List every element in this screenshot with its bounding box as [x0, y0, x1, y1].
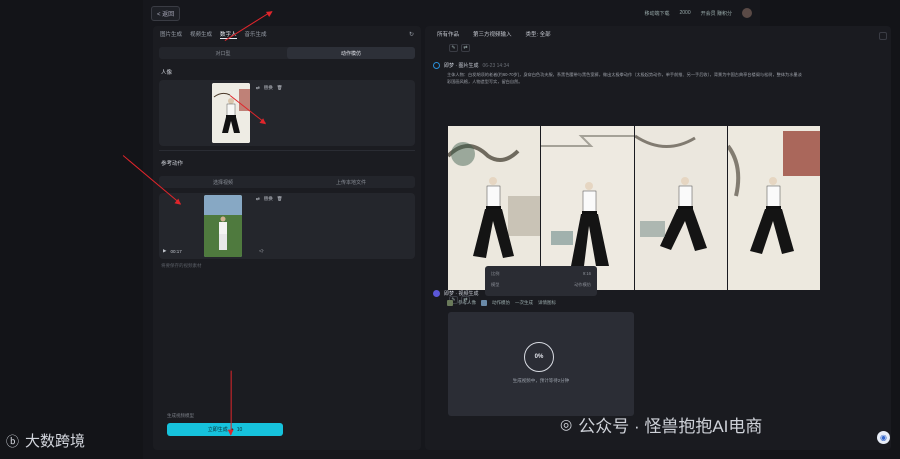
tab-music[interactable]: 音乐生成 — [245, 30, 267, 38]
generated-image-3[interactable] — [634, 126, 727, 290]
refresh-icon[interactable]: ↻ — [409, 31, 414, 38]
wechat-icon: ◎ — [560, 416, 573, 432]
popup-row: 模型 动作模仿 — [491, 282, 591, 287]
mode-action[interactable]: 动作模仿 — [287, 47, 415, 59]
image-gen-icon — [433, 62, 440, 69]
replace-person-button[interactable]: ⇄ 替换 🗑 — [256, 85, 283, 91]
vip-link[interactable]: 开会员 赚积分 — [701, 10, 732, 17]
watermark: ◎ 公众号 · 怪兽抱抱AI电商 — [560, 416, 763, 436]
message-title-2: 即梦 · 视频生成 — [444, 291, 479, 297]
type-filter[interactable]: 类型: 全部 — [526, 30, 551, 38]
left-panel: 图片生成 视频生成 数字人 音乐生成 ↻ 对口型 动作模仿 人像 ⇄ 替换 🗑 … — [153, 26, 421, 450]
detail-popup: 比例 9:16 模型 动作模仿 — [485, 266, 597, 296]
top-bar: < 返回 移动端下载 2000 开会员 赚积分 — [143, 0, 760, 26]
progress-text: 生成视频中，预计等待2分钟 — [512, 378, 570, 383]
mode-lipsync[interactable]: 对口型 — [159, 47, 287, 59]
generated-image-4[interactable] — [727, 126, 820, 290]
message-header: 即梦 · 图片生成 06-23 14:34 — [425, 62, 891, 69]
video-progress-card: 0% 生成视频中，预计等待2分钟 — [448, 312, 634, 416]
download-link[interactable]: 移动端下载 — [644, 10, 669, 17]
action-video-card[interactable]: ⇄ 替换 🗑 ▶ 00:17 ◁· — [159, 193, 415, 259]
tab-all-works[interactable]: 所有作品 — [437, 30, 459, 38]
chat-icon: ◉ — [880, 433, 887, 442]
tab-image[interactable]: 图片生成 — [160, 30, 182, 38]
action-label: 参考动作 — [161, 161, 184, 167]
volume-icon[interactable]: ◁· — [259, 248, 264, 254]
action-video-thumbnail — [204, 195, 242, 257]
message-time: 06-23 14:34 — [482, 62, 510, 69]
video-gen-icon — [433, 290, 440, 297]
progress-ring: 0% — [524, 342, 554, 372]
message-title: 即梦 · 图片生成 — [444, 63, 479, 69]
panel-toggle-icon[interactable] — [879, 32, 887, 40]
model-select[interactable]: 生成视频模型 — [167, 413, 194, 419]
annotation-arrow-4 — [230, 370, 232, 435]
swap-icon: ⇄ — [256, 196, 260, 201]
tab-video[interactable]: 视频生成 — [190, 30, 212, 38]
divider — [159, 150, 415, 151]
ref-image-thumb — [447, 300, 453, 306]
right-panel: 所有作品 第三方视频输入 类型: 全部 ✎ ⇄ 即梦 · 图片生成 06-23 … — [425, 26, 891, 450]
person-label: 人像 — [161, 70, 173, 76]
mode-switch: 对口型 动作模仿 — [159, 47, 415, 59]
corner-logo: ⓑ 大数跨境 — [6, 433, 86, 450]
app-window: < 返回 移动端下载 2000 开会员 赚积分 图片生成 视频生成 数字人 音乐… — [143, 0, 891, 459]
play-icon[interactable]: ▶ — [163, 248, 166, 254]
prompt-text: 主体人物：白发胡须的老者(约60-70岁)，身穿白色功夫服，系黑色腰带与黑色宽裤… — [447, 72, 802, 84]
swap-icon: ⇄ — [256, 85, 260, 90]
person-thumbnail — [212, 83, 250, 143]
credits: 2000 — [679, 10, 691, 16]
upload-video-button[interactable]: 选择视频 — [159, 176, 287, 188]
message-header-2: 即梦 · 视频生成 — [425, 290, 486, 297]
video-duration: ▶ 00:17 — [163, 248, 182, 254]
reuse-icon[interactable]: ⇄ — [461, 44, 470, 52]
popup-row: 比例 9:16 — [491, 271, 591, 276]
person-card[interactable]: ⇄ 替换 🗑 — [159, 80, 415, 146]
upload-switch: 选择视频 上传本地文件 — [159, 176, 415, 188]
generate-button[interactable]: 立即生成 ● 10 — [167, 423, 283, 436]
replace-video-button[interactable]: ⇄ 替换 🗑 — [256, 196, 283, 202]
help-fab[interactable]: ◉ — [877, 431, 890, 444]
back-button[interactable]: < 返回 — [151, 5, 181, 21]
hint-text: 将要保存的视频素材 — [161, 263, 202, 268]
edit-icon[interactable]: ✎ — [449, 44, 458, 52]
tab-third-party[interactable]: 第三方视频输入 — [473, 30, 512, 38]
logo-icon: ⓑ — [6, 434, 20, 449]
avatar[interactable] — [742, 8, 752, 18]
message-tags: 参考人像 动作模仿 一次生成 详情图标 — [425, 300, 578, 306]
delete-icon[interactable]: 🗑 — [277, 196, 283, 202]
delete-icon[interactable]: 🗑 — [277, 85, 283, 91]
action-thumb — [481, 300, 487, 306]
upload-local-button[interactable]: 上传本地文件 — [287, 176, 415, 188]
